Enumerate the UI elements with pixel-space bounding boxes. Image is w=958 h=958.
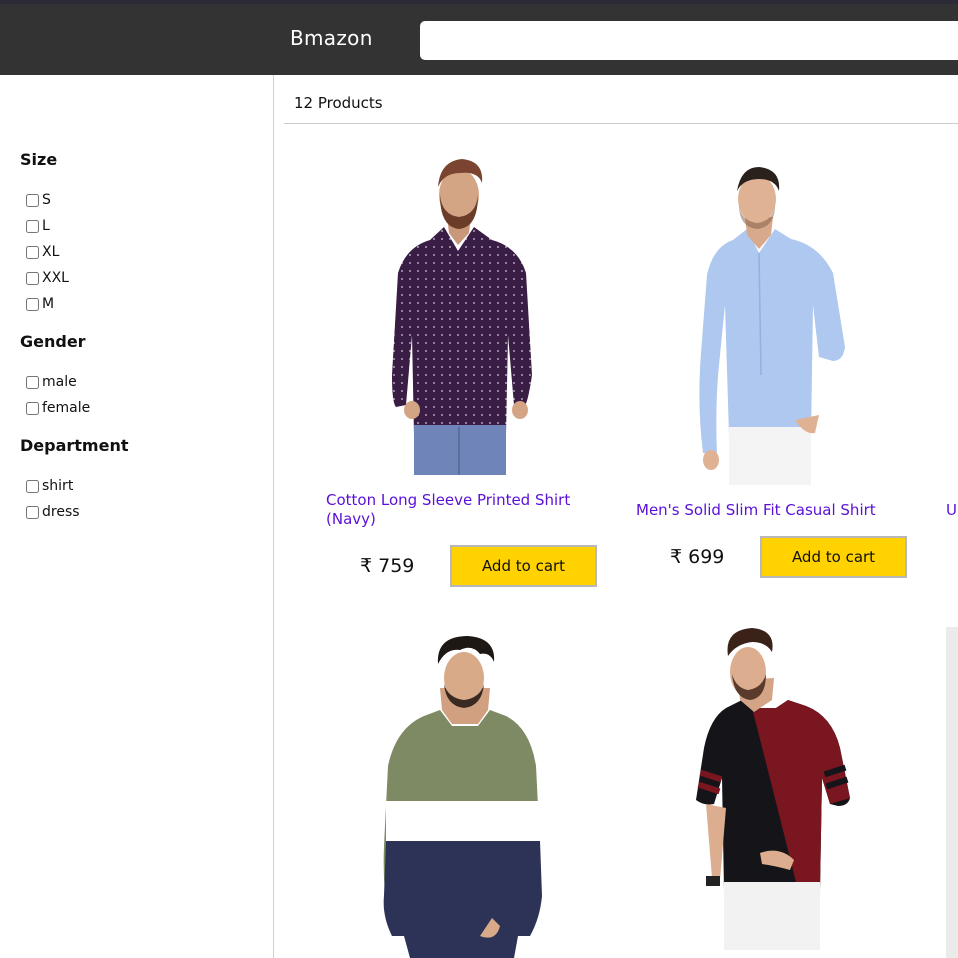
- checkbox-department-dress[interactable]: [26, 505, 39, 519]
- checkbox-size-l[interactable]: [26, 219, 39, 233]
- checkbox-department-shirt[interactable]: [26, 479, 39, 493]
- option-label: XL: [42, 244, 60, 260]
- product-title[interactable]: Men's Solid Slim Fit Casual Shirt: [636, 501, 916, 520]
- option-label: female: [42, 400, 91, 416]
- search-input[interactable]: [420, 21, 958, 60]
- option-label: shirt: [42, 478, 74, 494]
- filter-option-department-shirt[interactable]: shirt: [26, 476, 73, 496]
- option-label: S: [42, 192, 51, 208]
- filter-option-size-l[interactable]: L: [26, 216, 50, 236]
- filter-option-size-m[interactable]: M: [26, 294, 54, 314]
- filter-title-size: Size: [20, 150, 58, 169]
- add-to-cart-button[interactable]: Add to cart: [450, 545, 597, 587]
- product-title[interactable]: Cotton Long Sleeve Printed Shirt (Navy): [326, 491, 606, 529]
- filter-option-gender-female[interactable]: female: [26, 398, 90, 418]
- checkbox-size-s[interactable]: [26, 193, 39, 207]
- filter-option-gender-male[interactable]: male: [26, 372, 77, 392]
- filter-title-gender: Gender: [20, 332, 86, 351]
- next-product-image-edge: [946, 627, 958, 958]
- checkbox-size-xxl[interactable]: [26, 271, 39, 285]
- header: Bmazon: [0, 4, 958, 75]
- brand-logo[interactable]: Bmazon: [290, 26, 373, 50]
- results-bar: 12 Products: [284, 75, 958, 124]
- filter-title-department: Department: [20, 436, 129, 455]
- product-count: 12 Products: [294, 94, 383, 112]
- product-image[interactable]: [695, 165, 850, 485]
- option-label: XXL: [42, 270, 69, 286]
- add-to-cart-button[interactable]: Add to cart: [760, 536, 907, 578]
- product-image[interactable]: [390, 155, 535, 475]
- filter-sidebar: Size S L XL XXL M Gender male female Dep…: [0, 75, 274, 958]
- product-price: ₹ 759: [360, 555, 415, 577]
- checkbox-size-m[interactable]: [26, 297, 39, 311]
- option-label: L: [42, 218, 50, 234]
- checkbox-gender-female[interactable]: [26, 401, 39, 415]
- option-label: dress: [42, 504, 80, 520]
- filter-option-size-xxl[interactable]: XXL: [26, 268, 69, 288]
- filter-option-department-dress[interactable]: dress: [26, 502, 80, 522]
- checkbox-gender-male[interactable]: [26, 375, 39, 389]
- product-image[interactable]: [690, 628, 855, 950]
- product-title[interactable]: U: [946, 501, 957, 520]
- filter-option-size-s[interactable]: S: [26, 190, 51, 210]
- option-label: male: [42, 374, 77, 390]
- filter-option-size-xl[interactable]: XL: [26, 242, 59, 262]
- product-price: ₹ 699: [670, 546, 725, 568]
- checkbox-size-xl[interactable]: [26, 245, 39, 259]
- product-image[interactable]: [380, 636, 545, 958]
- option-label: M: [42, 296, 55, 312]
